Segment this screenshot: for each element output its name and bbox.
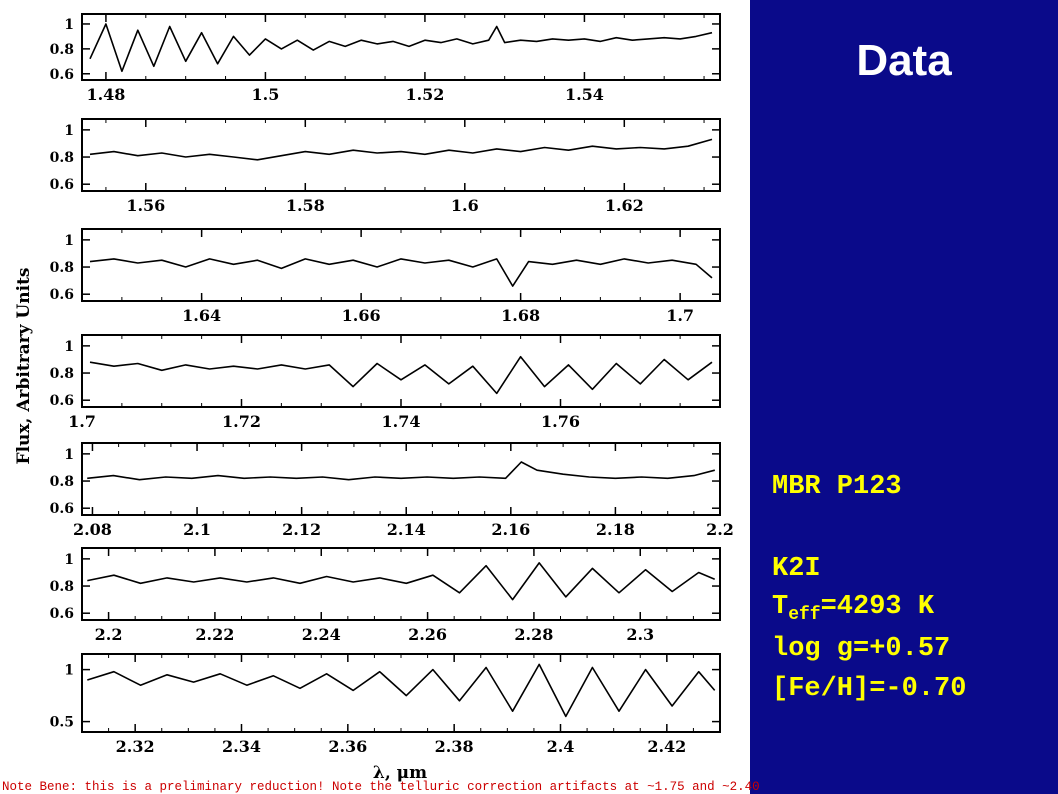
x-tick-label: 2.16 xyxy=(491,520,530,539)
spectrum-line-6 xyxy=(87,562,716,601)
x-tick-label: 2.2 xyxy=(95,625,123,644)
y-tick-label: 0.6 xyxy=(50,606,74,622)
y-tick-label: 1 xyxy=(64,663,74,679)
x-tick-label: 2.14 xyxy=(387,520,426,539)
x-tick-label: 1.76 xyxy=(541,412,580,431)
x-tick-label: 1.54 xyxy=(565,85,604,104)
x-tick-label: 2.3 xyxy=(626,625,654,644)
x-tick-label: 1.5 xyxy=(252,85,280,104)
x-tick-label: 1.48 xyxy=(86,85,125,104)
y-tick-label: 1 xyxy=(64,123,74,139)
star-name: MBR P123 xyxy=(772,472,902,502)
y-tick-label: 0.8 xyxy=(50,150,74,166)
panel-frame-1 xyxy=(81,13,721,81)
y-tick-label: 0.8 xyxy=(50,260,74,276)
spectral-type: K2I xyxy=(772,554,821,584)
x-tick-label: 2.2 xyxy=(706,520,734,539)
x-tick-label: 1.74 xyxy=(382,412,421,431)
x-tick-label: 2.28 xyxy=(514,625,553,644)
x-tick-label: 2.1 xyxy=(183,520,211,539)
x-tick-label: 1.7 xyxy=(68,412,96,431)
x-tick-label: 1.68 xyxy=(501,306,540,325)
x-tick-label: 1.72 xyxy=(222,412,261,431)
slide-title: Data xyxy=(856,36,952,85)
panel-frame-6 xyxy=(81,547,721,621)
info-panel: Data MBR P123 K2I Teff=4293 K log g=+0.5… xyxy=(750,0,1058,794)
y-tick-label: 0.6 xyxy=(50,393,74,409)
x-tick-label: 2.26 xyxy=(408,625,447,644)
y-axis-label: Flux, Arbitrary Units xyxy=(14,267,34,465)
x-tick-label: 1.56 xyxy=(126,196,165,215)
y-tick-label: 0.6 xyxy=(50,177,74,193)
y-tick-label: 1 xyxy=(64,552,74,568)
x-tick-label: 2.38 xyxy=(435,737,474,756)
x-tick-label: 2.34 xyxy=(222,737,261,756)
teff-line: Teff=4293 K xyxy=(772,592,934,625)
x-tick-label: 1.7 xyxy=(666,306,694,325)
y-tick-label: 1 xyxy=(64,447,74,463)
spectrum-line-7 xyxy=(87,663,716,718)
x-tick-label: 1.6 xyxy=(451,196,479,215)
x-tick-label: 2.32 xyxy=(116,737,155,756)
spectrum-line-4 xyxy=(89,355,713,395)
y-tick-label: 0.8 xyxy=(50,42,74,58)
spectrum-figure: 1.48 1.5 1.52 1.54 1 0.8 0.6 1.56 1.58 1.6 1.62 1 0.… xyxy=(0,0,750,794)
spectrum-line-3 xyxy=(89,258,713,287)
y-tick-label: 0.6 xyxy=(50,501,74,517)
teff-value: =4293 K xyxy=(820,592,935,622)
x-tick-label: 2.42 xyxy=(647,737,686,756)
x-tick-label: 1.66 xyxy=(342,306,381,325)
teff-subscript: eff xyxy=(788,605,821,625)
x-tick-label: 1.62 xyxy=(605,196,644,215)
metallicity: [Fe/H]=-0.70 xyxy=(772,674,967,704)
y-tick-label: 1 xyxy=(64,17,74,33)
x-tick-label: 2.4 xyxy=(547,737,575,756)
y-tick-label: 0.8 xyxy=(50,366,74,382)
x-tick-label: 1.58 xyxy=(286,196,325,215)
x-tick-label: 2.36 xyxy=(328,737,367,756)
x-tick-label: 1.52 xyxy=(405,85,444,104)
x-tick-label: 1.64 xyxy=(182,306,221,325)
spectrum-line-2 xyxy=(89,138,713,161)
teff-prefix: T xyxy=(772,592,789,622)
y-tick-label: 0.6 xyxy=(50,287,74,303)
y-tick-label: 0.5 xyxy=(50,715,74,731)
y-tick-label: 1 xyxy=(64,233,74,249)
y-tick-label: 0.6 xyxy=(50,67,74,83)
footnote: Note Bene: this is a preliminary reducti… xyxy=(2,780,760,794)
panel-frame-7 xyxy=(81,653,721,733)
spectrum-panels: 1.48 1.5 1.52 1.54 1 0.8 0.6 1.56 1.58 1.6 1.62 1 0.… xyxy=(50,13,734,756)
x-tick-label: 2.18 xyxy=(596,520,635,539)
x-tick-label: 2.08 xyxy=(73,520,112,539)
y-tick-label: 0.8 xyxy=(50,579,74,595)
y-tick-label: 1 xyxy=(64,339,74,355)
log-g: log g=+0.57 xyxy=(772,634,951,664)
x-tick-label: 2.12 xyxy=(282,520,321,539)
y-tick-label: 0.8 xyxy=(50,474,74,490)
x-tick-label: 2.22 xyxy=(195,625,234,644)
spectrum-line-5 xyxy=(87,461,716,481)
spectrum-line-1 xyxy=(89,23,713,73)
x-tick-label: 2.24 xyxy=(302,625,341,644)
